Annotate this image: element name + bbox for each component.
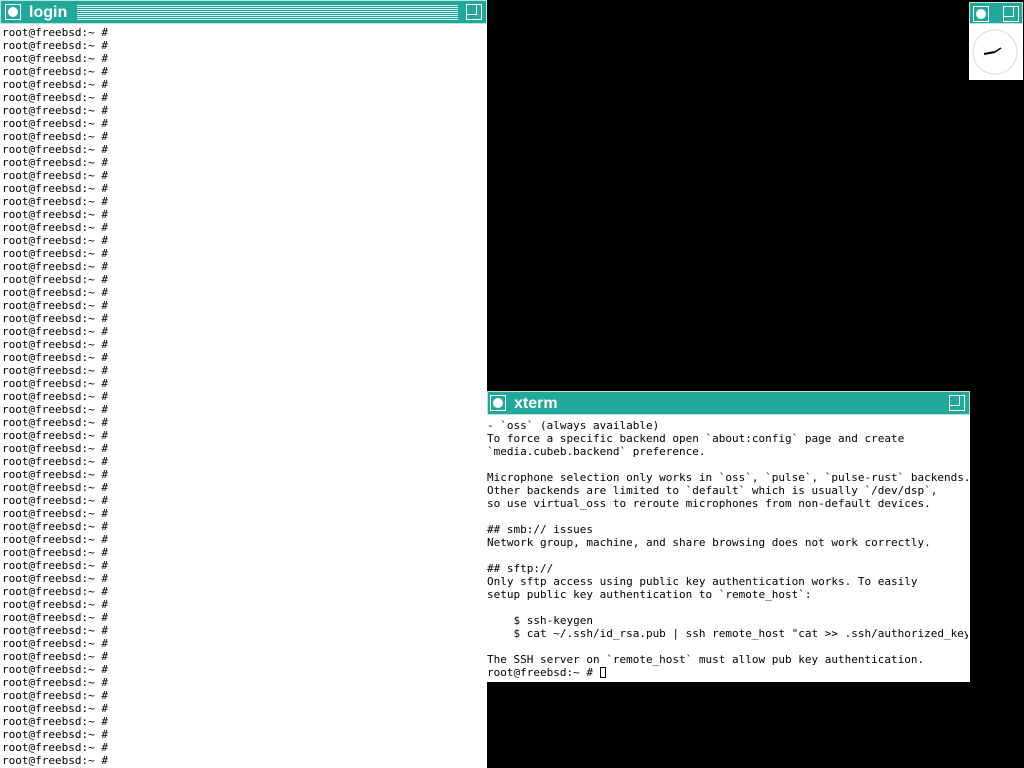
xterm-title: xterm xyxy=(514,395,558,412)
terminal-line: root@freebsd:~ # xyxy=(2,208,108,221)
terminal-line: `media.cubeb.backend` preference. xyxy=(487,445,706,458)
terminal-line: root@freebsd:~ # xyxy=(2,442,108,455)
resize-icon[interactable] xyxy=(1003,6,1019,22)
resize-icon[interactable] xyxy=(466,4,482,20)
terminal-line: root@freebsd:~ # xyxy=(2,364,108,377)
terminal-line: root@freebsd:~ # xyxy=(2,403,108,416)
terminal-line: root@freebsd:~ # xyxy=(2,351,108,364)
iconify-icon[interactable] xyxy=(973,6,989,22)
terminal-line: root@freebsd:~ # xyxy=(2,286,108,299)
terminal-line: Network group, machine, and share browsi… xyxy=(487,536,931,549)
terminal-line: root@freebsd:~ # xyxy=(2,312,108,325)
terminal-line: root@freebsd:~ # xyxy=(2,143,108,156)
cursor-icon xyxy=(599,667,606,678)
terminal-line: root@freebsd:~ # xyxy=(2,741,108,754)
terminal-line: root@freebsd:~ # xyxy=(2,507,108,520)
terminal-line: root@freebsd:~ # xyxy=(2,754,108,767)
terminal-line: root@freebsd:~ # xyxy=(2,156,108,169)
terminal-line: root@freebsd:~ # xyxy=(2,663,108,676)
terminal-line: root@freebsd:~ # xyxy=(2,702,108,715)
terminal-line: root@freebsd:~ # xyxy=(2,195,108,208)
clock-window[interactable] xyxy=(969,2,1023,80)
terminal-line: so use virtual_oss to reroute microphone… xyxy=(487,497,931,510)
iconify-icon[interactable] xyxy=(5,4,21,20)
terminal-prompt[interactable]: root@freebsd:~ # xyxy=(487,666,968,679)
terminal-line: root@freebsd:~ # xyxy=(2,104,108,117)
terminal-line: root@freebsd:~ # xyxy=(2,78,108,91)
xterm-window[interactable]: xterm - `oss` (always available) To force… xyxy=(487,391,970,682)
terminal-line: Microphone selection only works in `oss`… xyxy=(487,471,968,484)
terminal-line: $ ssh-keygen xyxy=(487,614,593,627)
xterm-terminal[interactable]: - `oss` (always available) To force a spe… xyxy=(487,419,968,682)
terminal-line: root@freebsd:~ # xyxy=(2,325,108,338)
terminal-line: - `oss` (always available) xyxy=(487,419,660,432)
terminal-line: root@freebsd:~ # xyxy=(2,481,108,494)
terminal-line: Only sftp access using public key authen… xyxy=(487,575,918,588)
terminal-line: root@freebsd:~ # xyxy=(2,715,108,728)
resize-icon[interactable] xyxy=(949,395,965,411)
terminal-line: setup public key authentication to `remo… xyxy=(487,588,812,601)
terminal-line: root@freebsd:~ # xyxy=(2,676,108,689)
terminal-line: root@freebsd:~ # xyxy=(2,390,108,403)
terminal-line: root@freebsd:~ # xyxy=(2,169,108,182)
terminal-line: root@freebsd:~ # xyxy=(2,429,108,442)
login-titlebar[interactable]: login xyxy=(0,0,487,24)
clock-titlebar[interactable] xyxy=(969,2,1023,24)
terminal-line: root@freebsd:~ # xyxy=(2,338,108,351)
terminal-line: root@freebsd:~ # xyxy=(2,117,108,130)
terminal-line: root@freebsd:~ # xyxy=(2,221,108,234)
login-title: login xyxy=(29,4,68,21)
terminal-line: root@freebsd:~ # xyxy=(2,234,108,247)
terminal-line: root@freebsd:~ # xyxy=(2,52,108,65)
terminal-line: root@freebsd:~ # xyxy=(2,260,108,273)
terminal-line: root@freebsd:~ # xyxy=(2,247,108,260)
terminal-line: root@freebsd:~ # xyxy=(2,377,108,390)
terminal-line: root@freebsd:~ # xyxy=(2,624,108,637)
terminal-line: root@freebsd:~ # xyxy=(2,455,108,468)
terminal-line: ## sftp:// xyxy=(487,562,554,575)
terminal-line: root@freebsd:~ # xyxy=(2,26,108,39)
terminal-line: ## smb:// issues xyxy=(487,523,593,536)
terminal-line: The SSH server on `remote_host` must all… xyxy=(487,653,925,666)
clock-face-icon xyxy=(972,29,1018,75)
terminal-line: root@freebsd:~ # xyxy=(2,468,108,481)
terminal-line: root@freebsd:~ # xyxy=(2,520,108,533)
terminal-line: root@freebsd:~ # xyxy=(2,533,108,546)
iconify-icon[interactable] xyxy=(490,395,506,411)
terminal-line: root@freebsd:~ # xyxy=(2,585,108,598)
terminal-line: root@freebsd:~ # xyxy=(2,572,108,585)
terminal-line: root@freebsd:~ # xyxy=(2,689,108,702)
terminal-line: root@freebsd:~ # xyxy=(2,559,108,572)
title-fill xyxy=(77,4,458,20)
terminal-line: root@freebsd:~ # xyxy=(2,611,108,624)
login-window[interactable]: login root@freebsd:~ # root@freebsd:~ # ro… xyxy=(0,0,487,768)
xterm-titlebar[interactable]: xterm xyxy=(487,391,970,415)
terminal-line: root@freebsd:~ # xyxy=(2,728,108,741)
terminal-line: root@freebsd:~ # xyxy=(2,598,108,611)
terminal-line: root@freebsd:~ # xyxy=(2,130,108,143)
terminal-line: root@freebsd:~ # xyxy=(2,299,108,312)
terminal-line: root@freebsd:~ # xyxy=(2,637,108,650)
terminal-line: $ cat ~/.ssh/id_rsa.pub | ssh remote_hos… xyxy=(487,627,968,640)
terminal-line: Other backends are limited to `default` … xyxy=(487,484,938,497)
terminal-line: root@freebsd:~ # xyxy=(2,65,108,78)
terminal-line: To force a specific backend open `about:… xyxy=(487,432,905,445)
terminal-line: root@freebsd:~ # xyxy=(2,650,108,663)
terminal-line: root@freebsd:~ # xyxy=(2,273,108,286)
terminal-line: root@freebsd:~ # xyxy=(2,91,108,104)
terminal-line: root@freebsd:~ # xyxy=(2,39,108,52)
terminal-line: root@freebsd:~ # xyxy=(2,182,108,195)
login-terminal[interactable]: root@freebsd:~ # root@freebsd:~ # root@fre… xyxy=(2,26,485,768)
terminal-line: root@freebsd:~ # xyxy=(2,416,108,429)
terminal-line: root@freebsd:~ # xyxy=(2,494,108,507)
terminal-line: root@freebsd:~ # xyxy=(2,546,108,559)
